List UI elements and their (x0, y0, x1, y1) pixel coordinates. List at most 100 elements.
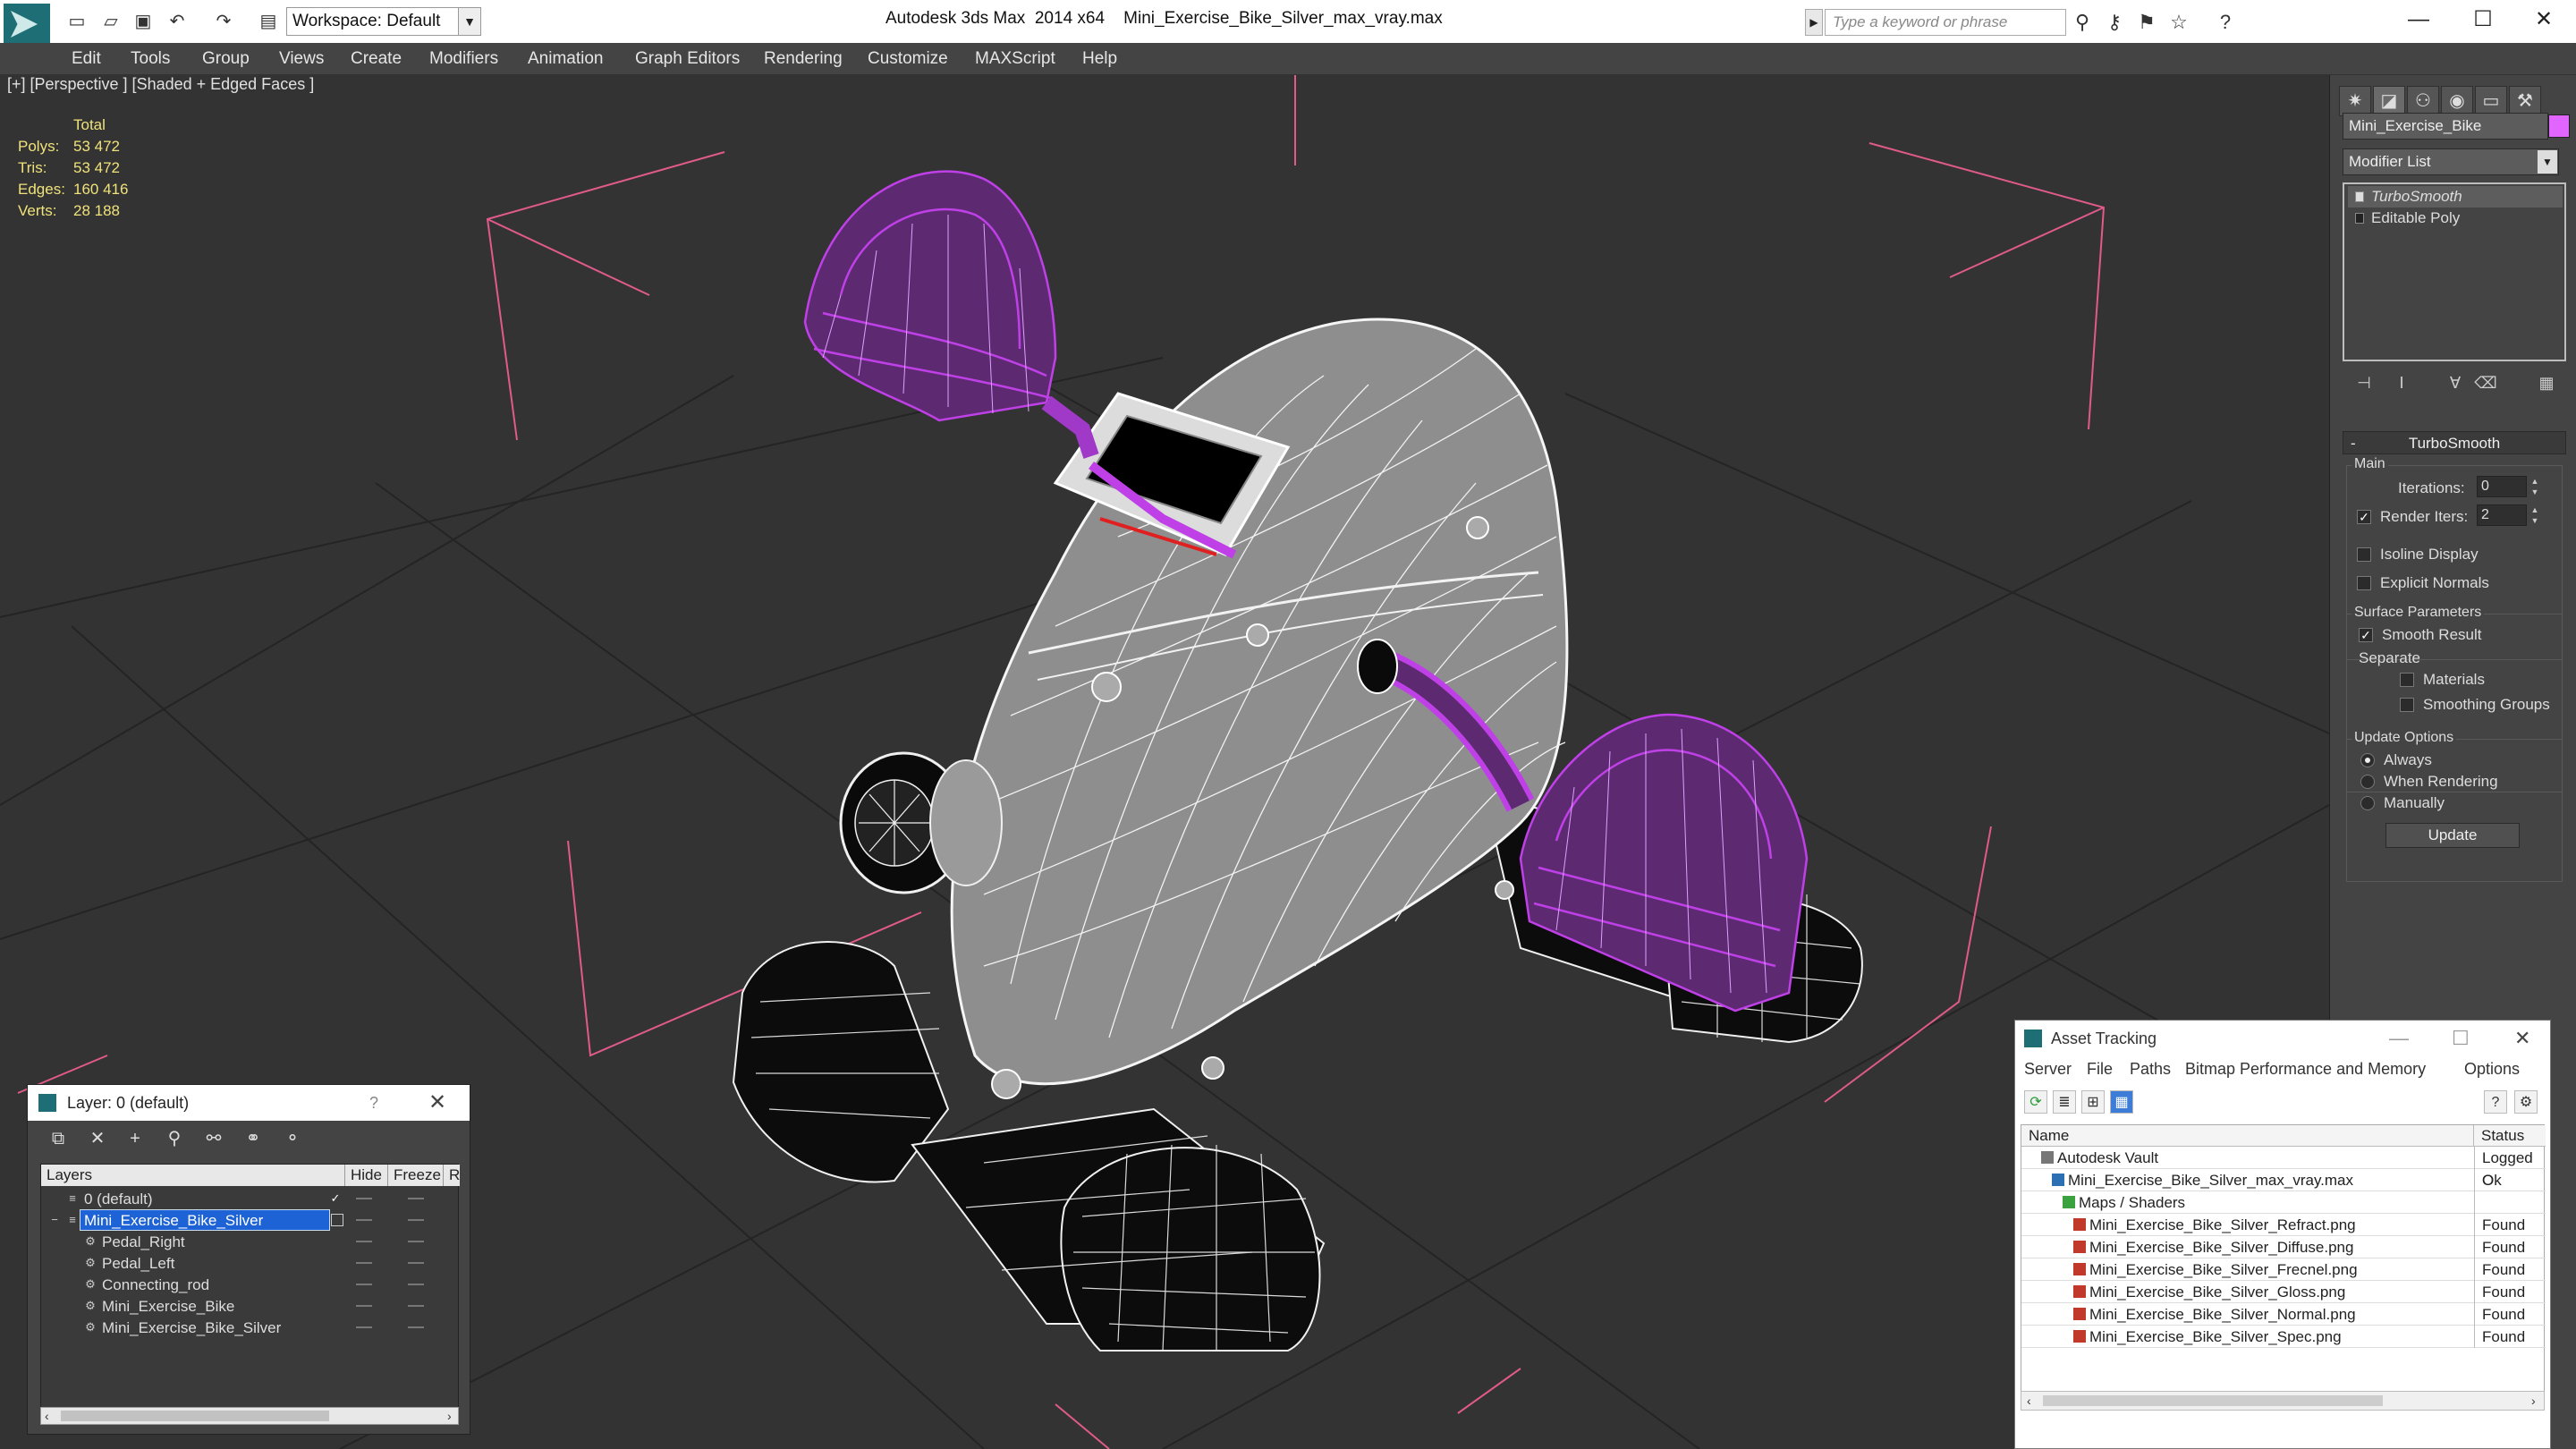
asset-row[interactable]: Mini_Exercise_Bike_Silver_Frecnel.png Fo… (2021, 1258, 2546, 1281)
display-tab-icon[interactable]: ▭ (2475, 86, 2507, 116)
stack-item-editable-poly[interactable]: Editable Poly (2348, 208, 2563, 229)
modify-tab-icon[interactable]: ◪ (2373, 86, 2405, 116)
menu-graph-editors[interactable]: Graph Editors (635, 43, 740, 75)
freeze-all-icon[interactable]: ⚬ (278, 1126, 307, 1151)
chevron-down-icon[interactable]: ▼ (458, 7, 481, 36)
scrollbar-thumb[interactable] (2043, 1395, 2383, 1406)
asset-row[interactable]: Mini_Exercise_Bike_Silver_Normal.png Fou… (2021, 1303, 2546, 1326)
freeze-toggle[interactable] (408, 1219, 424, 1221)
configure-sets-icon[interactable]: ▦ (2534, 370, 2559, 395)
update-manually-radio[interactable] (2360, 796, 2375, 810)
menu-options[interactable]: Options (2464, 1060, 2520, 1079)
menu-paths[interactable]: Paths (2130, 1060, 2171, 1079)
layer-horizontal-scrollbar[interactable]: ‹ › (40, 1407, 459, 1425)
menu-help[interactable]: Help (1082, 43, 1117, 75)
expand-icon[interactable] (2355, 213, 2364, 224)
menu-animation[interactable]: Animation (528, 43, 604, 75)
delete-layer-icon[interactable]: ✕ (83, 1126, 112, 1151)
menu-create[interactable]: Create (351, 43, 402, 75)
layers-icon[interactable]: ⧉ (44, 1126, 72, 1151)
menu-bitmap-performance[interactable]: Bitmap Performance and Memory (2185, 1060, 2426, 1079)
column-status[interactable]: Status (2474, 1125, 2524, 1147)
undo-icon[interactable]: ↶ (165, 9, 190, 34)
hide-toggle[interactable] (356, 1241, 372, 1242)
menu-maxscript[interactable]: MAXScript (975, 43, 1055, 75)
freeze-toggle[interactable] (408, 1262, 424, 1264)
freeze-toggle[interactable] (408, 1198, 424, 1199)
vault-settings-icon[interactable]: ⚙ (2514, 1090, 2538, 1114)
collapse-icon[interactable]: - (2351, 432, 2356, 455)
favorites-star-icon[interactable]: ☆ (2165, 9, 2193, 36)
hide-toggle[interactable] (356, 1198, 372, 1199)
turbosmooth-rollout-header[interactable]: - TurboSmooth (2343, 431, 2566, 454)
scroll-left-icon[interactable]: ‹ (2027, 1392, 2031, 1410)
minimize-icon[interactable]: — (2389, 1021, 2409, 1056)
menu-rendering[interactable]: Rendering (764, 43, 843, 75)
update-button[interactable]: Update (2385, 823, 2520, 848)
layer-row[interactable]: ⚙ Mini_Exercise_Bike_Silver (41, 1317, 496, 1338)
layer-row[interactable]: ⚙ Connecting_rod (41, 1274, 496, 1295)
maximize-icon[interactable]: ☐ (2452, 1021, 2470, 1056)
asset-row[interactable]: Mini_Exercise_Bike_Silver_max_vray.max O… (2021, 1169, 2546, 1191)
binoculars-icon[interactable]: ⚲ (2068, 9, 2097, 36)
search-expand-icon[interactable]: ▶ (1805, 9, 1823, 36)
table-view-icon[interactable]: ▦ (2110, 1090, 2133, 1114)
column-name[interactable]: Name (2021, 1125, 2474, 1147)
communication-icon[interactable]: ⚑ (2132, 9, 2161, 36)
spinner-arrows-icon[interactable]: ▲ ▼ (2529, 476, 2541, 497)
help-icon[interactable]: ? (2211, 9, 2240, 36)
object-color-swatch[interactable] (2548, 114, 2570, 138)
hide-toggle[interactable] (356, 1262, 372, 1264)
layer-row[interactable]: ⚙ Pedal_Right (41, 1231, 496, 1252)
column-freeze[interactable]: Freeze (388, 1165, 444, 1186)
layer-row[interactable]: ≡ 0 (default) ✓ (41, 1188, 496, 1209)
spinner-arrows-icon[interactable]: ▲ ▼ (2529, 504, 2541, 526)
render-iters-spinner[interactable]: 2 (2477, 504, 2527, 526)
create-tab-icon[interactable]: ✷ (2339, 86, 2371, 116)
layer-row[interactable]: ⚙ Pedal_Left (41, 1252, 496, 1274)
vault-help-icon[interactable]: ? (2484, 1090, 2507, 1114)
collapse-icon[interactable]: − (48, 1214, 61, 1226)
layer-row[interactable]: ⚙ Mini_Exercise_Bike (41, 1295, 496, 1317)
smoothing-groups-checkbox[interactable] (2400, 698, 2414, 712)
menu-file[interactable]: File (2087, 1060, 2113, 1079)
pin-stack-icon[interactable]: ⊣ (2351, 370, 2377, 395)
hide-toggle[interactable] (356, 1284, 372, 1285)
hide-all-icon[interactable]: ⚭ (239, 1126, 267, 1151)
hierarchy-tab-icon[interactable]: ⚇ (2407, 86, 2439, 116)
open-folder-icon[interactable]: ▱ (98, 9, 123, 34)
list-view-icon[interactable]: ≣ (2053, 1090, 2076, 1114)
close-button[interactable]: ✕ (2512, 0, 2576, 39)
modifier-list-dropdown[interactable]: Modifier List (2343, 148, 2559, 175)
render-iters-checkbox[interactable]: ✓ (2357, 510, 2371, 524)
update-always-radio[interactable] (2360, 753, 2375, 767)
smooth-result-checkbox[interactable]: ✓ (2359, 628, 2373, 642)
subscription-icon[interactable]: ⚷ (2100, 9, 2129, 36)
scroll-left-icon[interactable]: ‹ (45, 1408, 49, 1424)
object-name-field[interactable]: Mini_Exercise_Bike (2343, 113, 2548, 140)
hide-toggle[interactable] (356, 1326, 372, 1328)
menu-edit[interactable]: Edit (72, 43, 101, 75)
make-current-icon[interactable] (331, 1214, 343, 1226)
asset-row[interactable]: Maps / Shaders (2021, 1191, 2546, 1214)
asset-row[interactable]: Mini_Exercise_Bike_Silver_Diffuse.png Fo… (2021, 1236, 2546, 1258)
remove-modifier-icon[interactable]: ⌫ (2473, 370, 2498, 395)
minimize-button[interactable]: — (2386, 0, 2451, 39)
workspace-dropdown[interactable]: Workspace: Default (286, 7, 481, 36)
menu-server[interactable]: Server (2024, 1060, 2072, 1079)
materials-checkbox[interactable] (2400, 673, 2414, 687)
freeze-toggle[interactable] (408, 1305, 424, 1307)
column-render[interactable]: R (444, 1165, 460, 1186)
menu-customize[interactable]: Customize (868, 43, 948, 75)
column-layers[interactable]: Layers (41, 1165, 345, 1186)
menu-tools[interactable]: Tools (131, 43, 170, 75)
viewport-label[interactable]: [+] [Perspective ] [Shaded + Edged Faces… (7, 75, 314, 94)
select-layer-objects-icon[interactable]: ⚲ (160, 1126, 189, 1151)
asset-row[interactable]: Mini_Exercise_Bike_Silver_Refract.png Fo… (2021, 1214, 2546, 1236)
add-layer-icon[interactable]: + (121, 1126, 149, 1151)
highlight-selected-icon[interactable]: ⚯ (199, 1126, 228, 1151)
close-icon[interactable]: ✕ (2514, 1021, 2530, 1056)
menu-modifiers[interactable]: Modifiers (429, 43, 498, 75)
asset-horizontal-scrollbar[interactable]: ‹ › (2021, 1391, 2545, 1411)
close-icon[interactable]: ✕ (428, 1085, 446, 1121)
